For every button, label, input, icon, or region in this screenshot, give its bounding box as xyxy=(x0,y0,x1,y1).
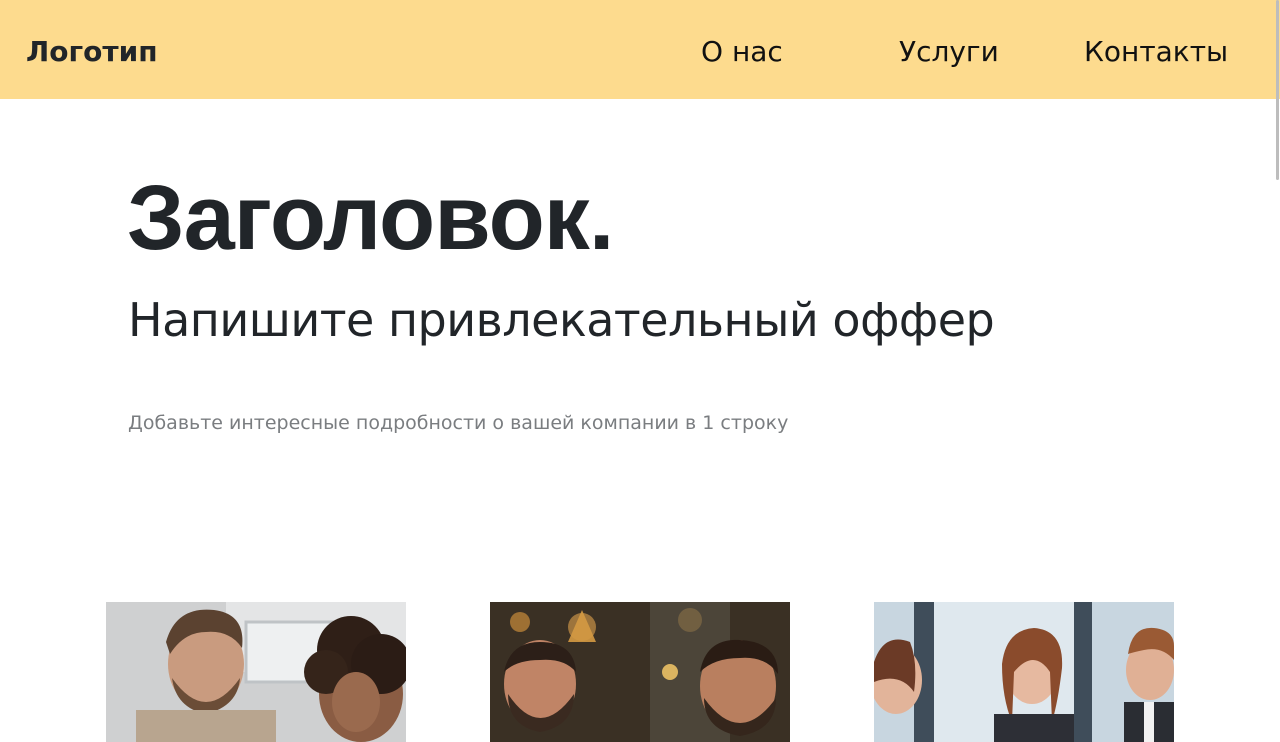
nav-link-contacts[interactable]: Контакты xyxy=(1084,32,1228,72)
business-meeting-photo-2 xyxy=(490,602,790,742)
business-meeting-photo-1 xyxy=(106,602,406,742)
hero-description: Добавьте интересные подробности о вашей … xyxy=(128,412,789,434)
scrollbar-thumb[interactable] xyxy=(1276,0,1279,180)
business-meeting-photo-3 xyxy=(874,602,1174,742)
hero-subtitle: Напишите привлекательный оффер xyxy=(128,293,995,347)
nav-link-about[interactable]: О нас xyxy=(701,32,783,72)
logo[interactable]: Логотип xyxy=(26,32,158,72)
hero-title: Заголовок. xyxy=(127,167,614,269)
page-scrollbar[interactable] xyxy=(1275,0,1280,720)
nav-link-services[interactable]: Услуги xyxy=(899,32,999,72)
site-header: Логотип О нас Услуги Контакты xyxy=(0,0,1280,99)
